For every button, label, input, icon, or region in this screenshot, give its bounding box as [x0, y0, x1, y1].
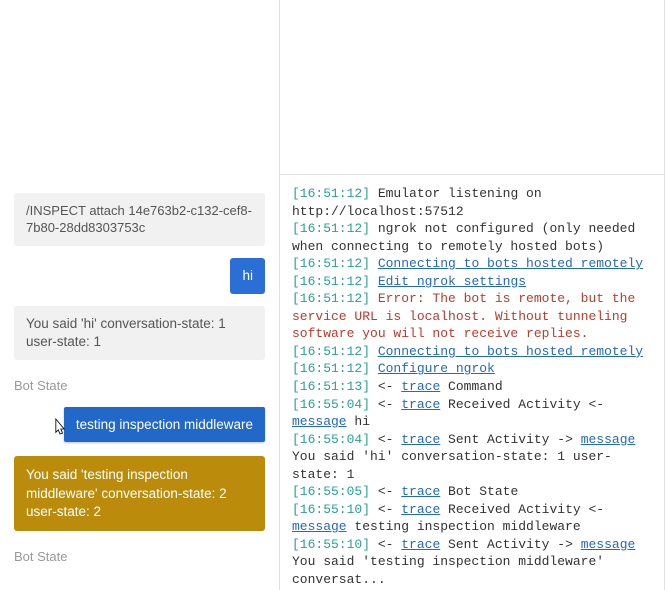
log-text: <- [370, 484, 401, 499]
log-line: [16:55:05] <- trace Bot State [292, 483, 652, 501]
log-link[interactable]: trace [401, 397, 440, 412]
log-link[interactable]: Connecting to bots hosted remotely [378, 256, 643, 271]
log-text: <- [370, 379, 401, 394]
bot-state-label-1: Bot State [14, 378, 265, 393]
chat-pane: /INSPECT attach 14e763b2-c132-cef8-7b80-… [0, 0, 280, 590]
log-timestamp: [16:55:05] [292, 484, 370, 499]
log-line: [16:51:12] Error: The bot is remote, but… [292, 290, 652, 343]
log-text: <- [370, 397, 401, 412]
log-line: [16:51:12] Edit ngrok settings [292, 273, 652, 291]
log-text: Sent Activity -> [440, 432, 580, 447]
log-link[interactable]: message [581, 537, 636, 552]
log-line: [16:51:12] Connecting to bots hosted rem… [292, 343, 652, 361]
log-timestamp: [16:55:04] [292, 397, 370, 412]
user-message-testing[interactable]: testing inspection middleware [64, 407, 265, 442]
log-timestamp: [16:51:12] [292, 256, 370, 271]
user-msg-row: hi [14, 258, 265, 306]
log-link[interactable]: Connecting to bots hosted remotely [378, 344, 643, 359]
log-line: [16:55:10] <- trace Sent Activity -> mes… [292, 536, 652, 589]
log-line: [16:51:12] ngrok not configured (only ne… [292, 220, 652, 255]
log-line: [16:55:04] <- trace Received Activity <-… [292, 396, 652, 431]
log-link[interactable]: Configure ngrok [378, 361, 495, 376]
bot-state-label-2: Bot State [14, 549, 265, 564]
log-text: <- [370, 537, 401, 552]
log-line: [16:51:12] Configure ngrok [292, 360, 652, 378]
pointer-cursor-icon [50, 417, 70, 444]
log-text: testing inspection middleware [347, 519, 581, 534]
log-text: Command [440, 379, 502, 394]
log-text: hi [347, 414, 370, 429]
log-text: <- [370, 502, 401, 517]
log-link[interactable]: trace [401, 432, 440, 447]
user-message-hi[interactable]: hi [230, 258, 265, 294]
log-link[interactable]: trace [401, 484, 440, 499]
log-text: <- [370, 432, 401, 447]
log-timestamp: [16:55:10] [292, 502, 370, 517]
log-timestamp: [16:51:12] [292, 361, 370, 376]
log-text: Received Activity <- [440, 397, 612, 412]
chat-spacer [14, 12, 265, 193]
log-link[interactable]: message [292, 519, 347, 534]
log-timestamp: [16:55:10] [292, 537, 370, 552]
user-msg-row-2: testing inspection middleware [14, 407, 265, 456]
root: /INSPECT attach 14e763b2-c132-cef8-7b80-… [0, 0, 665, 590]
log-pane[interactable]: [16:51:12] Emulator listening on http://… [280, 175, 664, 590]
log-text [370, 274, 378, 289]
log-line: [16:55:10] <- trace Received Activity <-… [292, 501, 652, 536]
log-link[interactable]: trace [401, 537, 440, 552]
log-timestamp: [16:51:12] [292, 291, 370, 306]
log-timestamp: [16:55:04] [292, 432, 370, 447]
log-line: [16:51:12] Connecting to bots hosted rem… [292, 255, 652, 273]
log-timestamp: [16:51:12] [292, 186, 370, 201]
log-line: [16:51:13] <- trace Command [292, 378, 652, 396]
log-timestamp: [16:51:13] [292, 379, 370, 394]
log-timestamp: [16:51:12] [292, 221, 370, 236]
log-link[interactable]: message [292, 414, 347, 429]
log-text [370, 344, 378, 359]
bot-reply-1[interactable]: You said 'hi' conversation-state: 1 user… [14, 306, 265, 360]
inspect-command-bubble[interactable]: /INSPECT attach 14e763b2-c132-cef8-7b80-… [14, 193, 265, 246]
log-timestamp: [16:51:12] [292, 274, 370, 289]
log-link[interactable]: message [581, 432, 636, 447]
log-text: Sent Activity -> [440, 537, 580, 552]
log-text [370, 256, 378, 271]
log-text: Bot State [440, 484, 518, 499]
log-text [370, 361, 378, 376]
log-line: [16:51:12] Emulator listening on http://… [292, 185, 652, 220]
bot-reply-2[interactable]: You said 'testing inspection middleware'… [14, 456, 265, 531]
log-timestamp: [16:51:12] [292, 344, 370, 359]
log-line: [16:55:04] <- trace Sent Activity -> mes… [292, 431, 652, 484]
right-pane-wrap: [16:51:12] Emulator listening on http://… [280, 0, 665, 590]
log-link[interactable]: Edit ngrok settings [378, 274, 526, 289]
log-text: Received Activity <- [440, 502, 612, 517]
right-top-blank [280, 0, 664, 175]
log-link[interactable]: trace [401, 502, 440, 517]
log-link[interactable]: trace [401, 379, 440, 394]
user-message-testing-text: testing inspection middleware [76, 417, 253, 432]
